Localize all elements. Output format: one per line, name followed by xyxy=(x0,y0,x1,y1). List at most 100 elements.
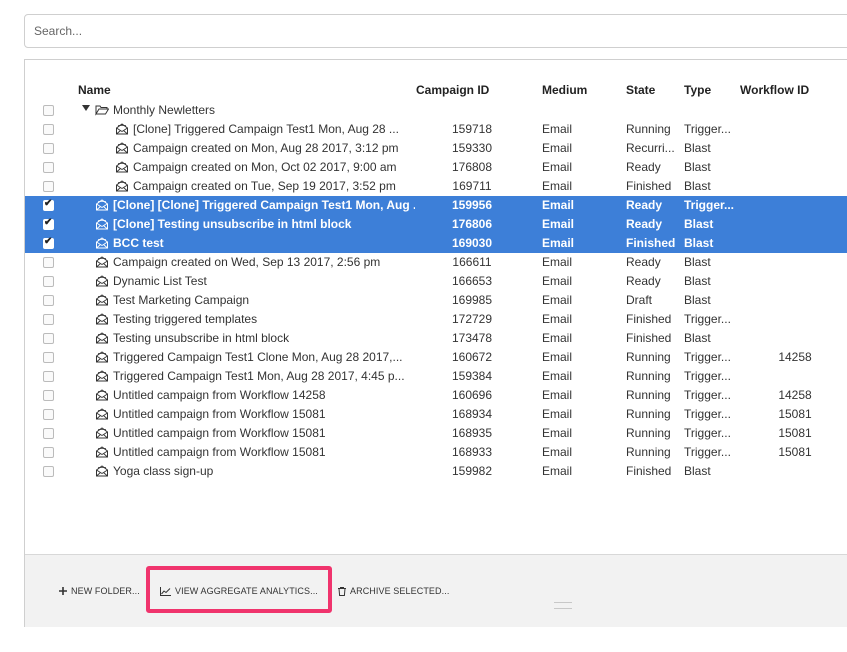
table-row[interactable]: Testing triggered templates 172729 Email Fi… xyxy=(25,310,847,329)
row-checkbox[interactable] xyxy=(43,390,54,401)
campaign-name: Testing unsubscribe in html block xyxy=(113,331,290,345)
campaign-state: Running xyxy=(626,407,671,421)
envelope-icon xyxy=(96,408,108,420)
campaign-workflow-id: 15081 xyxy=(778,407,812,421)
campaign-state: Running xyxy=(626,426,671,440)
column-header-type[interactable]: Type xyxy=(684,83,711,97)
table-row[interactable]: Testing unsubscribe in html block 173478 E… xyxy=(25,329,847,348)
envelope-icon xyxy=(96,237,108,249)
row-checkbox[interactable] xyxy=(43,371,54,382)
new-folder-button[interactable]: NEW FOLDER... xyxy=(59,586,140,596)
caret-down-icon[interactable] xyxy=(82,105,90,111)
table-row[interactable]: [Clone] Triggered Campaign Test1 Mon, Au… xyxy=(25,120,847,139)
envelope-icon xyxy=(96,465,108,477)
row-checkbox[interactable] xyxy=(43,143,54,154)
table-row[interactable]: Test Marketing Campaign 169985 Email Draft B… xyxy=(25,291,847,310)
table-row[interactable]: Campaign created on Mon, Aug 28 2017, 3:… xyxy=(25,139,847,158)
row-checkbox[interactable] xyxy=(43,409,54,420)
envelope-icon xyxy=(96,294,108,306)
campaign-id: 159330 xyxy=(451,141,493,155)
campaign-type: Trigger... xyxy=(684,407,731,421)
table-row[interactable]: Untitled campaign from Workflow 15081 168… xyxy=(25,443,847,462)
campaign-id: 176808 xyxy=(451,160,493,174)
row-checkbox[interactable] xyxy=(43,105,54,116)
footer-toolbar: NEW FOLDER... VIEW AGGREGATE ANALYTICS..… xyxy=(25,554,847,627)
table-row[interactable]: ✔ [Clone] Testing unsubscribe in html blo… xyxy=(25,215,847,234)
campaign-name: Yoga class sign-up xyxy=(113,464,214,478)
table-row[interactable]: ✔ [Clone] [Clone] Triggered Campaign Test… xyxy=(25,196,847,215)
row-checkbox[interactable]: ✔ xyxy=(43,236,54,249)
campaign-name: Campaign created on Tue, Sep 19 2017, 3:… xyxy=(133,179,396,193)
row-checkbox[interactable]: ✔ xyxy=(43,217,54,230)
table-row[interactable]: Dynamic List Test 166653 Email Ready Blast xyxy=(25,272,847,291)
campaign-name: Untitled campaign from Workflow 14258 xyxy=(113,388,326,402)
campaign-medium: Email xyxy=(542,198,575,212)
envelope-icon xyxy=(116,180,128,192)
archive-selected-button[interactable]: ARCHIVE SELECTED... xyxy=(338,586,449,596)
campaign-type: Blast xyxy=(684,274,711,288)
campaign-name: Untitled campaign from Workflow 15081 xyxy=(113,445,326,459)
campaign-id: 172729 xyxy=(451,312,493,326)
column-header-name[interactable]: Name xyxy=(78,83,111,97)
campaign-name: Dynamic List Test xyxy=(113,274,207,288)
envelope-icon xyxy=(96,351,108,363)
campaign-id: 168934 xyxy=(451,407,493,421)
campaign-medium: Email xyxy=(542,426,573,440)
row-checkbox[interactable] xyxy=(43,257,54,268)
table-row[interactable]: Campaign created on Tue, Sep 19 2017, 3:… xyxy=(25,177,847,196)
row-checkbox[interactable] xyxy=(43,124,54,135)
column-header-state[interactable]: State xyxy=(626,83,655,97)
table-row[interactable]: Untitled campaign from Workflow 15081 168… xyxy=(25,424,847,443)
campaign-medium: Email xyxy=(542,350,573,364)
campaign-name: Untitled campaign from Workflow 15081 xyxy=(113,426,326,440)
campaign-state: Running xyxy=(626,122,671,136)
folder-label: Monthly Newletters xyxy=(113,103,216,117)
search-input[interactable] xyxy=(25,15,847,47)
table-row[interactable]: Untitled campaign from Workflow 14258 160… xyxy=(25,386,847,405)
row-checkbox[interactable] xyxy=(43,447,54,458)
row-checkbox[interactable] xyxy=(43,333,54,344)
row-checkbox[interactable] xyxy=(43,162,54,173)
campaign-id: 159982 xyxy=(451,464,493,478)
table-row[interactable]: Triggered Campaign Test1 Clone Mon, Aug … xyxy=(25,348,847,367)
table-row[interactable]: Campaign created on Wed, Sep 13 2017, 2:… xyxy=(25,253,847,272)
table-row[interactable]: Yoga class sign-up 159982 Email Finished Bla… xyxy=(25,462,847,481)
envelope-icon xyxy=(96,370,108,382)
table-row[interactable]: Campaign created on Mon, Oct 02 2017, 9:… xyxy=(25,158,847,177)
search-box[interactable] xyxy=(24,14,847,48)
highlight-box xyxy=(146,566,332,613)
row-checkbox[interactable] xyxy=(43,466,54,477)
campaign-type: Trigger... xyxy=(684,312,731,326)
row-checkbox[interactable] xyxy=(43,314,54,325)
table-row[interactable]: Triggered Campaign Test1 Mon, Aug 28 201… xyxy=(25,367,847,386)
campaign-state: Running xyxy=(626,350,671,364)
checkmark-icon: ✔ xyxy=(44,236,53,247)
campaign-state: Finished xyxy=(626,331,672,345)
table-row[interactable]: Untitled campaign from Workflow 15081 168… xyxy=(25,405,847,424)
campaign-type: Blast xyxy=(684,293,711,307)
table-row[interactable]: ✔ BCC test 169030 Email Finished Blast xyxy=(25,234,847,253)
row-checkbox[interactable] xyxy=(43,181,54,192)
campaign-state: Ready xyxy=(626,274,661,288)
archive-selected-label: ARCHIVE SELECTED... xyxy=(350,586,450,596)
column-header-workflow-id[interactable]: Workflow ID xyxy=(740,83,809,97)
folder-row[interactable]: Monthly Newletters xyxy=(25,101,847,120)
row-checkbox[interactable] xyxy=(43,295,54,306)
campaign-state: Finished xyxy=(626,179,672,193)
row-checkbox[interactable] xyxy=(43,276,54,287)
resize-grip-icon[interactable] xyxy=(554,602,572,609)
campaign-state: Ready xyxy=(626,160,661,174)
column-header-medium[interactable]: Medium xyxy=(542,83,587,97)
column-header-campaign-id[interactable]: Campaign ID xyxy=(416,83,489,97)
campaign-name: Campaign created on Wed, Sep 13 2017, 2:… xyxy=(113,255,381,269)
envelope-icon xyxy=(116,161,128,173)
checkmark-icon: ✔ xyxy=(44,217,53,228)
row-checkbox[interactable]: ✔ xyxy=(43,198,54,211)
envelope-icon xyxy=(96,332,108,344)
row-checkbox[interactable] xyxy=(43,428,54,439)
campaign-name: Triggered Campaign Test1 Mon, Aug 28 201… xyxy=(113,369,405,383)
checkmark-icon: ✔ xyxy=(44,198,53,209)
campaign-id: 166653 xyxy=(451,274,493,288)
row-checkbox[interactable] xyxy=(43,352,54,363)
campaign-type: Trigger... xyxy=(684,388,731,402)
